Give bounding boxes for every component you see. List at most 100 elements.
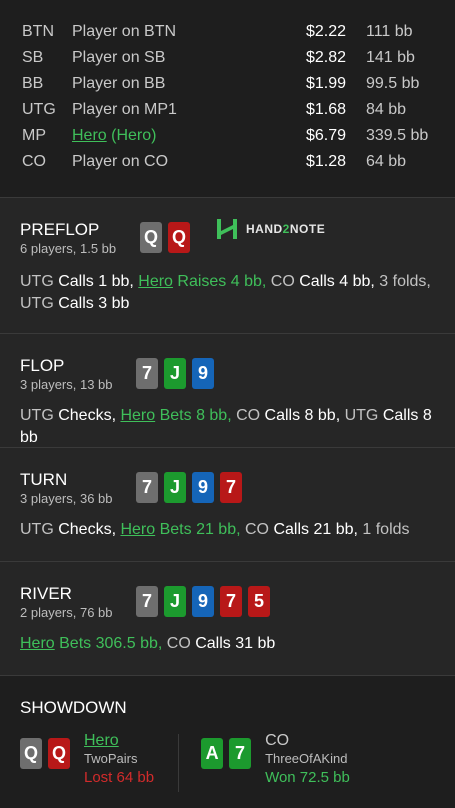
playing-card: Q xyxy=(168,222,190,253)
player-stack-dollars: $2.22 xyxy=(306,23,347,40)
showdown-cards: QQ xyxy=(20,738,70,769)
showdown-title: SHOWDOWN xyxy=(20,698,127,717)
player-stack-dollars: $1.68 xyxy=(306,101,347,118)
player-name-text: Player on MP1 xyxy=(72,101,177,118)
player-name-text: Player on CO xyxy=(72,153,169,170)
action-text: Checks, xyxy=(58,521,121,538)
player-name: Player on MP1 xyxy=(72,101,306,119)
board-cards: 7J975 xyxy=(136,586,270,617)
showdown-section: SHOWDOWN QQ Hero TwoPairs Lost 64 bb A7 … xyxy=(0,676,455,808)
player-stack-bb: 64 bb xyxy=(366,153,407,170)
playing-card: A xyxy=(201,738,224,769)
showdown-result: Lost 64 bb xyxy=(84,769,155,786)
hand2note-logo: HAND2NOTE xyxy=(216,218,325,240)
hand2note-logo-text: HAND2NOTE xyxy=(246,222,326,236)
player-name-text: Player on BTN xyxy=(72,23,177,40)
street-subtitle: 3 players, 13 bb xyxy=(20,377,113,392)
action-text: Calls 3 bb xyxy=(58,295,130,312)
player-name-text: Player on BB xyxy=(72,75,166,92)
player-position: BB xyxy=(22,75,44,92)
player-stack-dollars: $2.82 xyxy=(306,49,347,66)
showdown-player-name: CO xyxy=(265,732,290,749)
player-name: Player on BTN xyxy=(72,23,306,41)
player-stack-bb: 141 bb xyxy=(366,49,415,66)
player-stack-bb: 84 bb xyxy=(366,101,407,118)
playing-card: 9 xyxy=(192,586,214,617)
players-table: BTN Player on BTN $2.22 111 bb SB Player… xyxy=(0,0,455,198)
street-title: PREFLOP xyxy=(20,220,100,239)
player-row: SB Player on SB $2.82 141 bb xyxy=(0,45,455,71)
street-title: RIVER xyxy=(20,584,72,603)
action-text: Calls 8 bb, xyxy=(264,407,345,424)
action-text: Bets 306.5 bb, xyxy=(54,635,167,652)
player-name: Player on BB xyxy=(72,75,306,93)
action-text: Checks, xyxy=(58,407,121,424)
showdown-player-name[interactable]: Hero xyxy=(84,732,154,750)
showdown-divider xyxy=(178,734,180,792)
showdown-player: QQ Hero TwoPairs Lost 64 bb xyxy=(20,732,154,792)
player-stack-dollars: $1.28 xyxy=(306,153,347,170)
action-text: UTG xyxy=(20,521,59,538)
hero-link[interactable]: Hero xyxy=(20,635,55,652)
playing-card: Q xyxy=(48,738,70,769)
action-text: Calls 1 bb, xyxy=(58,273,139,290)
street-subtitle: 6 players, 1.5 bb xyxy=(20,241,117,256)
player-stack-bb: 339.5 bb xyxy=(366,127,429,144)
action-text: 3 folds, xyxy=(379,273,431,290)
playing-card: 9 xyxy=(192,472,214,503)
player-position: UTG xyxy=(22,101,56,118)
hand-history-panel: BTN Player on BTN $2.22 111 bb SB Player… xyxy=(0,0,455,808)
playing-card: J xyxy=(164,586,186,617)
street-turn: TURN 3 players, 36 bb 7J97 UTG Checks, H… xyxy=(0,448,455,562)
action-text: Raises 4 bb, xyxy=(172,273,271,290)
player-name: Player on SB xyxy=(72,49,306,67)
player-stack-bb: 111 bb xyxy=(366,23,413,40)
hero-link[interactable]: Hero xyxy=(120,521,155,538)
playing-card: J xyxy=(164,358,186,389)
player-name: Hero (Hero) xyxy=(72,127,306,145)
street-actions: UTG Calls 1 bb, Hero Raises 4 bb, CO Cal… xyxy=(0,271,455,315)
action-text: Bets 8 bb, xyxy=(155,407,237,424)
player-row: BB Player on BB $1.99 99.5 bb xyxy=(0,71,455,97)
street-river: RIVER 2 players, 76 bb 7J975 Hero Bets 3… xyxy=(0,562,455,676)
action-text: Calls 31 bb xyxy=(195,635,276,652)
player-row: BTN Player on BTN $2.22 111 bb xyxy=(0,19,455,45)
showdown-player: A7 CO ThreeOfAKind Won 72.5 bb xyxy=(201,732,350,792)
action-text: UTG xyxy=(20,273,59,290)
street-title: FLOP xyxy=(20,356,65,375)
action-text: UTG xyxy=(20,407,59,424)
action-text: UTG xyxy=(344,407,383,424)
action-text: 1 folds xyxy=(362,521,410,538)
street-subtitle: 3 players, 36 bb xyxy=(20,491,113,506)
player-row: UTG Player on MP1 $1.68 84 bb xyxy=(0,97,455,123)
action-text: Calls 4 bb, xyxy=(299,273,380,290)
hero-link[interactable]: Hero xyxy=(138,273,173,290)
street-actions: UTG Checks, Hero Bets 21 bb, CO Calls 21… xyxy=(0,519,455,541)
player-row: CO Player on CO $1.28 64 bb xyxy=(0,149,455,175)
action-text: Bets 21 bb, xyxy=(155,521,245,538)
playing-card: 7 xyxy=(136,586,158,617)
action-text: CO xyxy=(270,273,300,290)
action-text: UTG xyxy=(20,295,59,312)
street-subtitle: 2 players, 76 bb xyxy=(20,605,113,620)
player-stack-dollars: $1.99 xyxy=(306,75,347,92)
playing-card: 7 xyxy=(220,472,242,503)
action-text: CO xyxy=(245,521,274,538)
player-position: MP xyxy=(22,127,46,144)
player-row-hero: MP Hero (Hero) $6.79 339.5 bb xyxy=(0,123,455,149)
showdown-hand-rank: ThreeOfAKind xyxy=(265,751,348,766)
hero-link[interactable]: Hero xyxy=(120,407,155,424)
playing-card: Q xyxy=(20,738,42,769)
street-actions: Hero Bets 306.5 bb, CO Calls 31 bb xyxy=(0,633,455,655)
playing-card: Q xyxy=(140,222,162,253)
action-text: CO xyxy=(236,407,265,424)
showdown-cards: A7 xyxy=(201,738,252,769)
hero-link[interactable]: Hero xyxy=(72,127,107,144)
playing-card: 7 xyxy=(136,472,158,503)
street-title: TURN xyxy=(20,470,68,489)
hand2note-logo-icon xyxy=(217,219,237,239)
hero-tag: (Hero) xyxy=(106,127,157,144)
showdown-result: Won 72.5 bb xyxy=(265,769,350,786)
player-position: CO xyxy=(22,153,46,170)
board-cards: 7J9 xyxy=(136,358,214,389)
